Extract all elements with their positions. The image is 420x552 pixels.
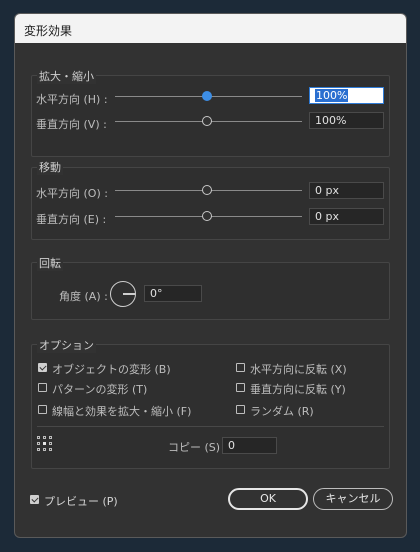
- scale-vertical-label: 垂直方向 (V) :: [36, 118, 107, 131]
- move-horizontal-slider-knob[interactable]: [202, 185, 212, 195]
- move-vertical-slider-knob[interactable]: [202, 211, 212, 221]
- scale-vertical-input[interactable]: 100%: [309, 112, 384, 129]
- rotate-angle-label: 角度 (A) :: [59, 290, 108, 303]
- move-vertical-label: 垂直方向 (E) :: [36, 213, 107, 226]
- move-horizontal-label: 水平方向 (O) :: [36, 187, 108, 200]
- random-checkbox[interactable]: [236, 405, 245, 414]
- options-group-title: オプション: [37, 337, 96, 353]
- scale-horizontal-label: 水平方向 (H) :: [36, 93, 108, 106]
- transform-effect-dialog: 変形効果 拡大・縮小 水平方向 (H) : 100% 垂直方向 (V) : 10…: [14, 13, 407, 538]
- move-group-title: 移動: [37, 159, 63, 175]
- scale-horizontal-slider-knob[interactable]: [202, 91, 212, 101]
- reflect-y-checkbox[interactable]: [236, 383, 245, 392]
- options-divider: [37, 426, 384, 427]
- move-horizontal-input[interactable]: 0 px: [309, 182, 384, 199]
- reflect-x-checkbox[interactable]: [236, 363, 245, 372]
- random-label[interactable]: ランダム (R): [250, 403, 314, 419]
- preview-checkbox[interactable]: [30, 495, 39, 504]
- title-bar[interactable]: 変形効果: [15, 14, 406, 43]
- scale-strokes-label[interactable]: 線幅と効果を拡大・縮小 (F): [52, 403, 191, 419]
- scale-horizontal-input[interactable]: 100%: [309, 87, 384, 104]
- rotate-group-title: 回転: [37, 255, 63, 271]
- transform-patterns-checkbox[interactable]: [38, 383, 47, 392]
- reflect-x-label[interactable]: 水平方向に反転 (X): [250, 361, 347, 377]
- move-group: [31, 167, 390, 240]
- move-vertical-input[interactable]: 0 px: [309, 208, 384, 225]
- scale-strokes-checkbox[interactable]: [38, 405, 47, 414]
- copies-label: コピー (S): [168, 441, 221, 454]
- reflect-y-label[interactable]: 垂直方向に反転 (Y): [250, 381, 346, 397]
- dialog-title: 変形効果: [24, 24, 73, 38]
- cancel-button[interactable]: キャンセル: [313, 488, 393, 510]
- ok-button[interactable]: OK: [228, 488, 308, 510]
- copies-input[interactable]: 0: [222, 437, 277, 454]
- scale-vertical-slider-knob[interactable]: [202, 116, 212, 126]
- angle-dial-icon[interactable]: [110, 281, 136, 307]
- transform-objects-label[interactable]: オブジェクトの変形 (B): [52, 361, 171, 377]
- rotate-angle-input[interactable]: 0°: [144, 285, 202, 302]
- transform-patterns-label[interactable]: パターンの変形 (T): [52, 381, 147, 397]
- scale-group-title: 拡大・縮小: [37, 68, 96, 84]
- reference-point-grid-icon[interactable]: [37, 436, 55, 454]
- transform-objects-checkbox[interactable]: [38, 363, 47, 372]
- preview-label[interactable]: プレビュー (P): [44, 493, 118, 509]
